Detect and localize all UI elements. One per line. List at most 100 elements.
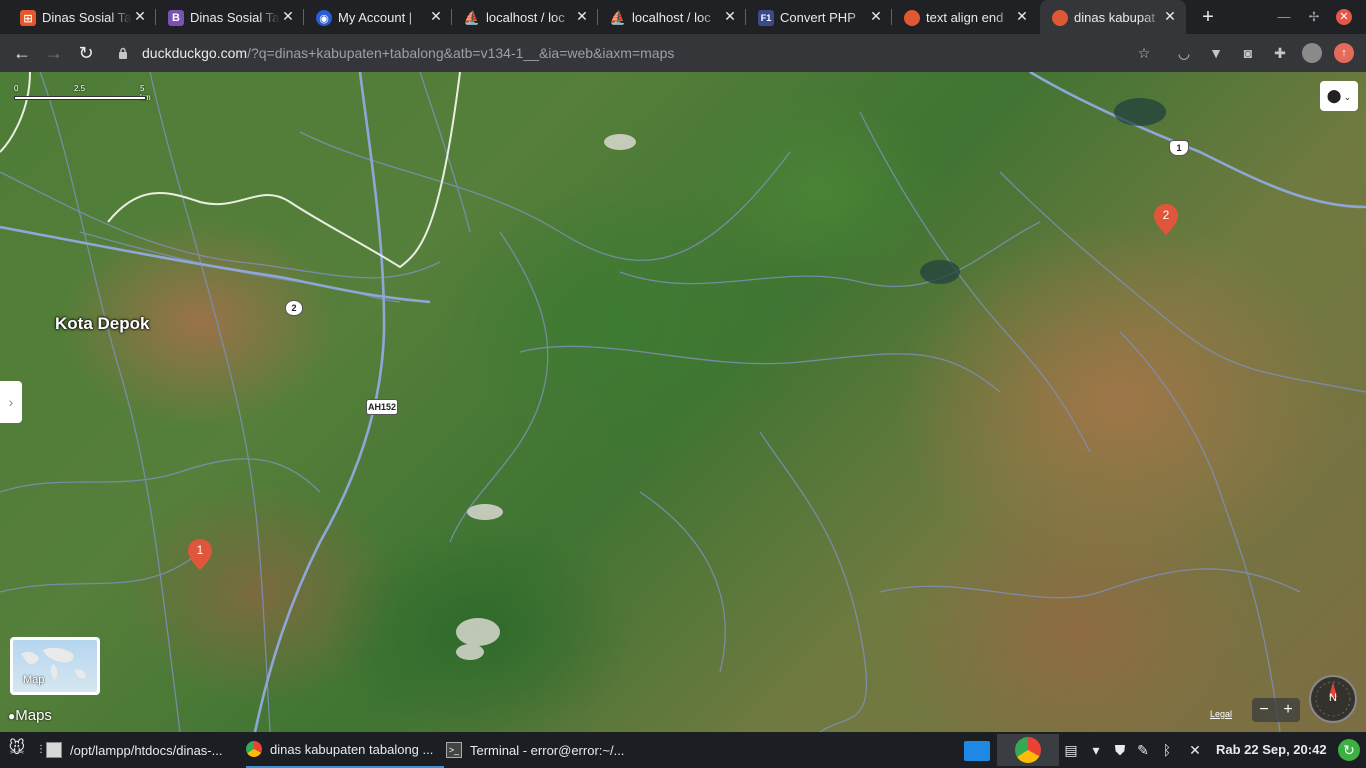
tab-convert-php[interactable]: F1 Convert PHP ✕	[746, 0, 892, 34]
tab-dinas-kabupaten-active[interactable]: dinas kabupat ✕	[1040, 0, 1186, 34]
road-shield: AH152	[366, 399, 398, 415]
app-grid-icon: ⊞	[20, 10, 36, 26]
close-icon[interactable]: ✕	[132, 8, 148, 24]
tab-title: localhost / loc	[632, 10, 711, 25]
maps-brand: ●Maps	[8, 707, 52, 724]
close-icon[interactable]: ✕	[1162, 8, 1178, 24]
taskbar-item-label: dinas kabupaten tabalong ...	[270, 741, 434, 757]
scale-bar: 0 2.5 5 km	[14, 84, 151, 104]
window-close-button[interactable]: ✕	[1336, 9, 1352, 25]
tab-title: My Account |	[338, 10, 413, 25]
url-host: duckduckgo.com	[142, 45, 248, 61]
clock[interactable]: Rab 22 Sep, 20:42	[1216, 742, 1327, 757]
reload-button[interactable]: ↻	[74, 41, 98, 65]
compass-north-label: N	[1329, 692, 1337, 704]
bootstrap-icon: B	[168, 10, 184, 26]
taskbar-item-chrome[interactable]: dinas kabupaten tabalong ...	[246, 732, 444, 768]
close-icon[interactable]: ✕	[280, 8, 296, 24]
taskbar-item-file-manager[interactable]: /opt/lampp/htdocs/dinas-...	[46, 732, 222, 768]
taskbar-item-label: /opt/lampp/htdocs/dinas-...	[70, 742, 223, 758]
maximize-button[interactable]: ✢	[1304, 7, 1324, 27]
tab-my-account[interactable]: ◉ My Account | ✕	[304, 0, 452, 34]
scale-bar-line	[14, 96, 146, 100]
zoom-in-button[interactable]: +	[1276, 698, 1300, 722]
tab-dinas-sosial-2[interactable]: B Dinas Sosial Ta ✕	[156, 0, 304, 34]
legal-link[interactable]: Legal	[1210, 709, 1232, 719]
tab-dinas-sosial-1[interactable]: ⊞ Dinas Sosial Ta ✕	[8, 0, 156, 34]
close-icon[interactable]: ✕	[574, 8, 590, 24]
phpmyadmin-icon: ⛵	[463, 10, 481, 25]
chrome-icon	[246, 741, 262, 757]
tab-title: dinas kabupat	[1074, 10, 1155, 25]
browser-toolbar: ← → ↻ duckduckgo.com/?q=dinas+kabupaten+…	[0, 34, 1366, 72]
url-text: duckduckgo.com/?q=dinas+kabupaten+tabalo…	[142, 39, 674, 67]
address-bar[interactable]: duckduckgo.com/?q=dinas+kabupaten+tabalo…	[110, 39, 1160, 67]
tab-title: Dinas Sosial Ta	[42, 10, 132, 25]
back-button[interactable]: ←	[10, 41, 34, 65]
volume-muted-icon[interactable]: ✕	[1186, 741, 1204, 759]
tab-title: Dinas Sosial Ta	[190, 10, 280, 25]
road-shield: 1	[1169, 140, 1189, 156]
wifi-icon[interactable]: ▾	[1087, 741, 1105, 759]
paperclip-icon[interactable]: ✎	[1134, 741, 1152, 759]
security-shield-icon[interactable]: ⛊	[1111, 741, 1129, 759]
tab-strip: ⊞ Dinas Sosial Ta ✕ B Dinas Sosial Ta ✕ …	[0, 0, 1366, 34]
duckduckgo-icon	[904, 10, 920, 26]
tab-localhost-1[interactable]: ⛵ localhost / loc ✕	[452, 0, 598, 34]
update-manager-icon[interactable]: ↻	[1338, 739, 1360, 761]
whisker-menu-icon[interactable]: 🐭	[8, 740, 26, 758]
tab-title: Convert PHP	[780, 10, 856, 25]
notes-icon[interactable]: ▤	[1062, 741, 1080, 759]
bookmark-star-icon[interactable]: ☆	[1134, 43, 1154, 63]
tab-title: text align end	[926, 10, 1004, 25]
marker-label: 2	[1162, 208, 1170, 222]
taskbar-item-label: Terminal - error@error:~/...	[470, 742, 625, 758]
close-icon[interactable]: ✕	[722, 8, 738, 24]
city-label: Kota Depok	[55, 314, 150, 333]
forward-button[interactable]: →	[42, 41, 66, 65]
file-manager-icon	[46, 742, 62, 758]
account-icon: ◉	[316, 10, 332, 26]
screenshot-camera-icon[interactable]: ◙	[1238, 43, 1258, 63]
close-icon[interactable]: ✕	[868, 8, 884, 24]
scale-tick: 0	[14, 84, 19, 93]
zoom-out-button[interactable]: −	[1252, 698, 1276, 722]
terminal-icon: >_	[446, 742, 462, 758]
chrome-launcher[interactable]	[997, 734, 1059, 766]
pocket-icon[interactable]: ◡	[1174, 43, 1194, 63]
road-network	[0, 72, 1366, 732]
sidebar-expand-button[interactable]: ›	[0, 381, 22, 423]
vuejs-devtools-icon[interactable]: ▼	[1206, 43, 1226, 63]
tab-text-align-end[interactable]: text align end ✕	[892, 0, 1038, 34]
profile-avatar[interactable]	[1302, 43, 1322, 63]
taskbar: 🐭 ⋮ /opt/lampp/htdocs/dinas-... dinas ka…	[0, 732, 1366, 768]
update-icon[interactable]: ↑	[1334, 43, 1354, 63]
location-pin-icon: ⬤	[1326, 88, 1342, 103]
maps-brand-text: Maps	[15, 707, 52, 724]
chevron-down-icon: ⌄	[1341, 92, 1352, 102]
minimize-button[interactable]: —	[1274, 7, 1294, 27]
road-shield: 2	[285, 300, 303, 316]
workspace-switcher[interactable]	[964, 741, 990, 761]
tab-localhost-2[interactable]: ⛵ localhost / loc ✕	[598, 0, 746, 34]
map-marker[interactable]: 1	[187, 538, 213, 572]
close-icon[interactable]: ✕	[428, 8, 444, 24]
phpmyadmin-icon: ⛵	[609, 10, 627, 25]
map-marker[interactable]: 2	[1153, 203, 1179, 237]
f1-icon: F1	[758, 10, 774, 26]
lock-icon	[119, 47, 127, 59]
new-tab-button[interactable]: +	[1196, 6, 1220, 28]
map-type-toggle[interactable]: Map	[10, 637, 100, 695]
close-icon[interactable]: ✕	[1014, 8, 1030, 24]
location-button[interactable]: ⬤ ⌄	[1320, 81, 1358, 111]
satellite-map[interactable]: 0 2.5 5 km Kota Depok 2 AH152 1 1 2 › ⬤ …	[0, 72, 1366, 732]
bluetooth-icon[interactable]: ᛒ	[1158, 741, 1176, 759]
map-thumbnail: Map	[13, 640, 97, 692]
marker-label: 1	[196, 543, 204, 557]
zoom-control: − +	[1252, 698, 1300, 722]
scale-tick: 2.5	[74, 84, 86, 93]
taskbar-item-terminal[interactable]: >_ Terminal - error@error:~/...	[446, 732, 624, 768]
compass-button[interactable]: N	[1309, 675, 1357, 723]
extensions-puzzle-icon[interactable]: ✚	[1270, 43, 1290, 63]
duckduckgo-icon	[1052, 10, 1068, 26]
